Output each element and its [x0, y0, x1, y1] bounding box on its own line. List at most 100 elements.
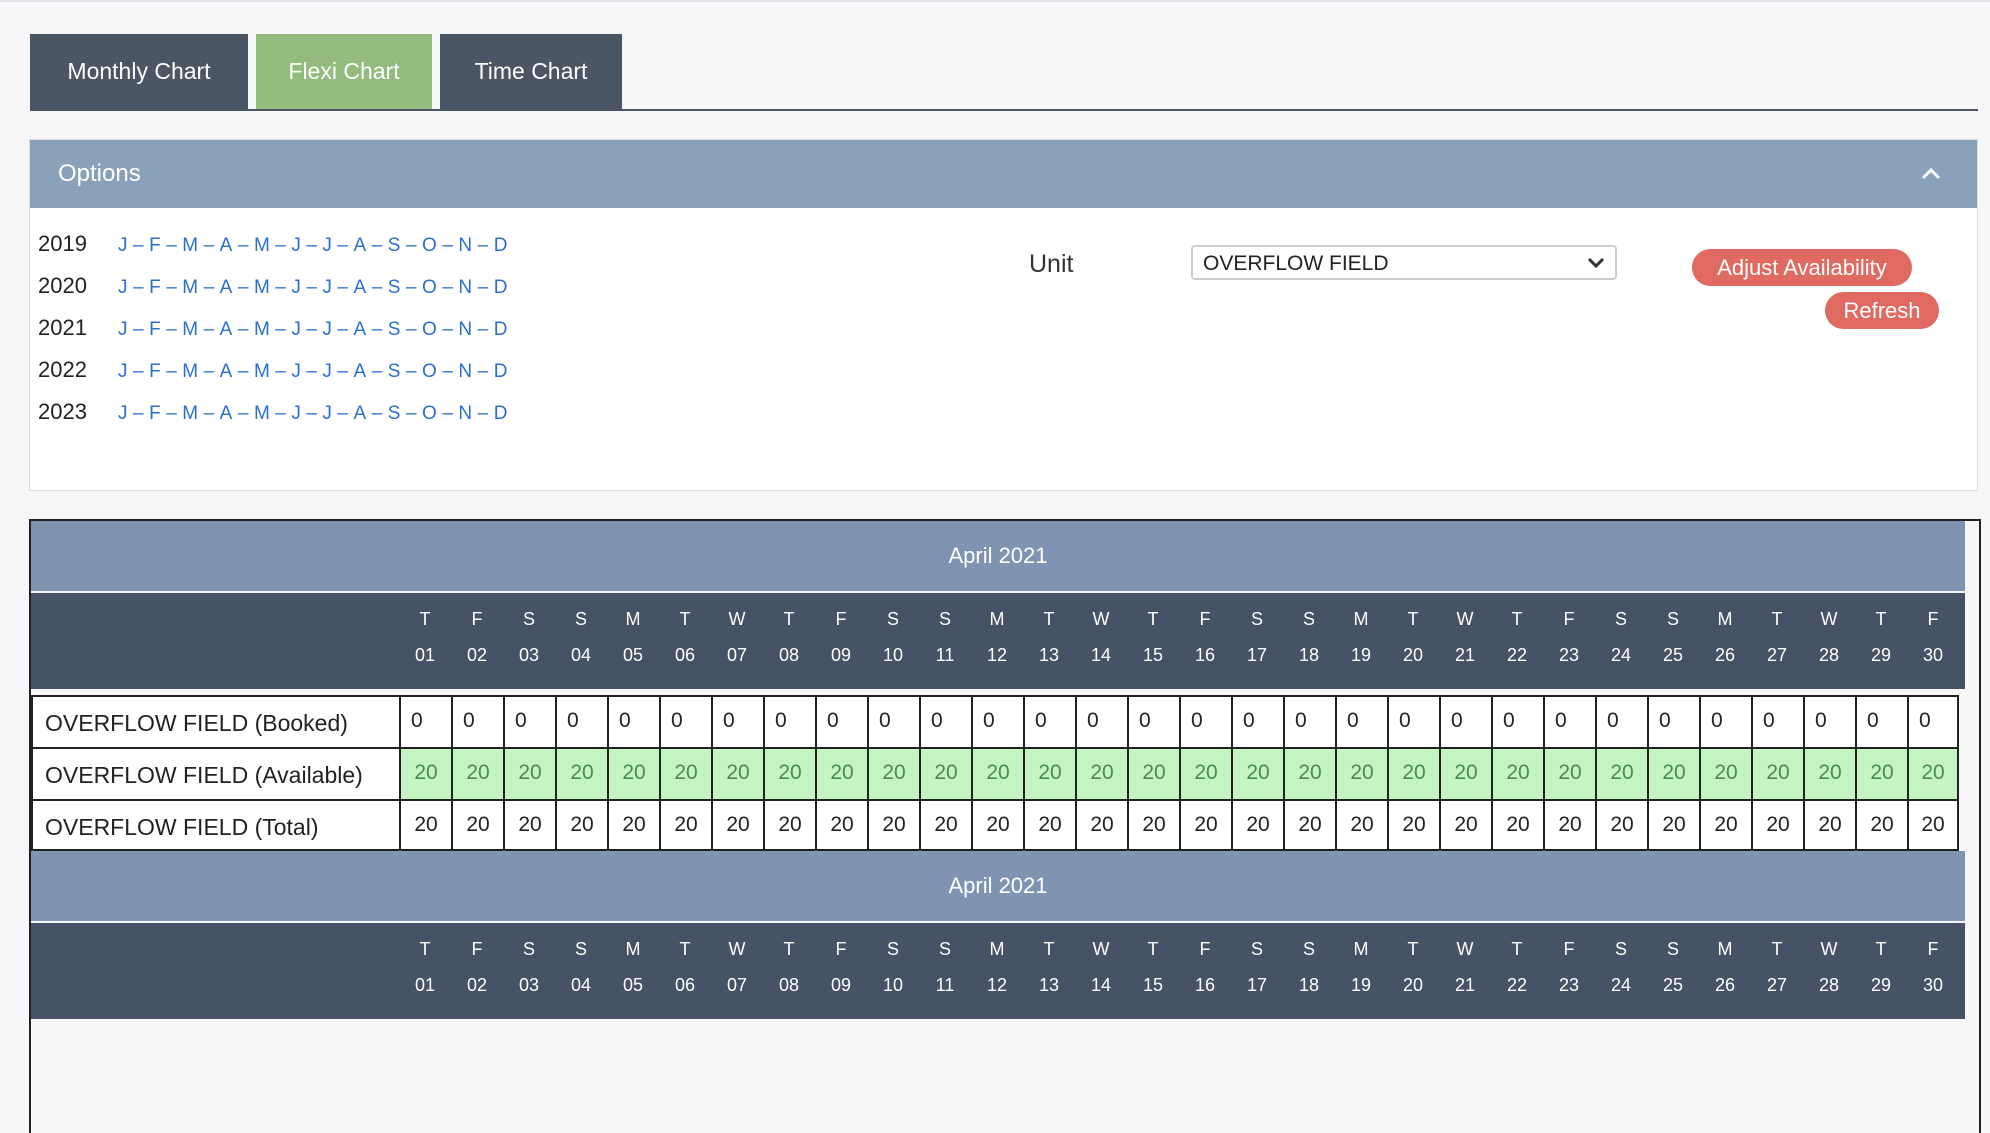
total-cell[interactable]: 20: [971, 799, 1023, 851]
total-cell[interactable]: 20: [867, 799, 919, 851]
booked-cell[interactable]: 0: [711, 695, 763, 747]
month-link[interactable]: M: [254, 361, 270, 382]
booked-cell[interactable]: 0: [1283, 695, 1335, 747]
total-cell[interactable]: 20: [919, 799, 971, 851]
avail-cell[interactable]: 20: [1543, 747, 1595, 799]
month-link[interactable]: A: [220, 277, 233, 298]
booked-cell[interactable]: 0: [607, 695, 659, 747]
month-link[interactable]: F: [149, 235, 161, 256]
booked-cell[interactable]: 0: [1751, 695, 1803, 747]
avail-cell[interactable]: 20: [1179, 747, 1231, 799]
month-link[interactable]: J: [322, 319, 332, 340]
booked-cell[interactable]: 0: [1387, 695, 1439, 747]
total-cell[interactable]: 20: [1439, 799, 1491, 851]
month-link[interactable]: N: [458, 319, 472, 340]
booked-cell[interactable]: 0: [1803, 695, 1855, 747]
month-link[interactable]: D: [494, 319, 508, 340]
avail-cell[interactable]: 20: [451, 747, 503, 799]
month-link[interactable]: A: [220, 403, 233, 424]
booked-cell[interactable]: 0: [1595, 695, 1647, 747]
month-link[interactable]: J: [291, 319, 301, 340]
avail-cell[interactable]: 20: [1751, 747, 1803, 799]
booked-cell[interactable]: 0: [763, 695, 815, 747]
booked-cell[interactable]: 0: [971, 695, 1023, 747]
avail-cell[interactable]: 20: [1075, 747, 1127, 799]
avail-cell[interactable]: 20: [1283, 747, 1335, 799]
avail-cell[interactable]: 20: [867, 747, 919, 799]
month-link[interactable]: A: [220, 235, 233, 256]
month-link[interactable]: O: [422, 235, 437, 256]
month-link[interactable]: A: [220, 319, 233, 340]
total-cell[interactable]: 20: [1335, 799, 1387, 851]
booked-cell[interactable]: 0: [1491, 695, 1543, 747]
booked-cell[interactable]: 0: [1855, 695, 1907, 747]
month-link[interactable]: F: [149, 277, 161, 298]
total-cell[interactable]: 20: [1803, 799, 1855, 851]
month-link[interactable]: A: [354, 277, 367, 298]
booked-cell[interactable]: 0: [1439, 695, 1491, 747]
unit-select[interactable]: OVERFLOW FIELD: [1191, 245, 1617, 280]
avail-cell[interactable]: 20: [711, 747, 763, 799]
avail-cell[interactable]: 20: [815, 747, 867, 799]
booked-cell[interactable]: 0: [451, 695, 503, 747]
total-cell[interactable]: 20: [1075, 799, 1127, 851]
booked-cell[interactable]: 0: [1023, 695, 1075, 747]
month-link[interactable]: F: [149, 319, 161, 340]
month-link[interactable]: D: [494, 361, 508, 382]
month-link[interactable]: N: [458, 361, 472, 382]
avail-cell[interactable]: 20: [1699, 747, 1751, 799]
month-link[interactable]: M: [254, 277, 270, 298]
avail-cell[interactable]: 20: [1647, 747, 1699, 799]
booked-cell[interactable]: 0: [867, 695, 919, 747]
avail-cell[interactable]: 20: [1387, 747, 1439, 799]
total-cell[interactable]: 20: [1127, 799, 1179, 851]
avail-cell[interactable]: 20: [1803, 747, 1855, 799]
total-cell[interactable]: 20: [1751, 799, 1803, 851]
total-cell[interactable]: 20: [503, 799, 555, 851]
month-link[interactable]: N: [458, 277, 472, 298]
month-link[interactable]: M: [254, 403, 270, 424]
month-link[interactable]: S: [388, 319, 401, 340]
tab-monthly-chart[interactable]: Monthly Chart: [30, 34, 248, 109]
booked-cell[interactable]: 0: [815, 695, 867, 747]
total-cell[interactable]: 20: [1595, 799, 1647, 851]
avail-cell[interactable]: 20: [1439, 747, 1491, 799]
month-link[interactable]: J: [291, 277, 301, 298]
booked-cell[interactable]: 0: [1907, 695, 1959, 747]
booked-cell[interactable]: 0: [919, 695, 971, 747]
month-link[interactable]: O: [422, 403, 437, 424]
avail-cell[interactable]: 20: [919, 747, 971, 799]
month-link[interactable]: A: [354, 361, 367, 382]
month-link[interactable]: M: [182, 277, 198, 298]
total-cell[interactable]: 20: [1023, 799, 1075, 851]
avail-cell[interactable]: 20: [1023, 747, 1075, 799]
month-link[interactable]: M: [182, 361, 198, 382]
tab-flexi-chart[interactable]: Flexi Chart: [256, 34, 432, 109]
month-link[interactable]: O: [422, 319, 437, 340]
month-link[interactable]: M: [182, 319, 198, 340]
month-link[interactable]: J: [291, 403, 301, 424]
avail-cell[interactable]: 20: [1231, 747, 1283, 799]
avail-cell[interactable]: 20: [503, 747, 555, 799]
booked-cell[interactable]: 0: [1699, 695, 1751, 747]
avail-cell[interactable]: 20: [1335, 747, 1387, 799]
total-cell[interactable]: 20: [1543, 799, 1595, 851]
total-cell[interactable]: 20: [607, 799, 659, 851]
booked-cell[interactable]: 0: [1647, 695, 1699, 747]
month-link[interactable]: M: [254, 319, 270, 340]
total-cell[interactable]: 20: [451, 799, 503, 851]
month-link[interactable]: F: [149, 361, 161, 382]
avail-cell[interactable]: 20: [1907, 747, 1959, 799]
total-cell[interactable]: 20: [1699, 799, 1751, 851]
avail-cell[interactable]: 20: [1595, 747, 1647, 799]
tab-time-chart[interactable]: Time Chart: [440, 34, 622, 109]
total-cell[interactable]: 20: [1387, 799, 1439, 851]
month-link[interactable]: J: [322, 403, 332, 424]
booked-cell[interactable]: 0: [503, 695, 555, 747]
month-link[interactable]: J: [291, 361, 301, 382]
month-link[interactable]: J: [118, 235, 128, 256]
avail-cell[interactable]: 20: [1491, 747, 1543, 799]
month-link[interactable]: D: [494, 277, 508, 298]
total-cell[interactable]: 20: [659, 799, 711, 851]
avail-cell[interactable]: 20: [1855, 747, 1907, 799]
